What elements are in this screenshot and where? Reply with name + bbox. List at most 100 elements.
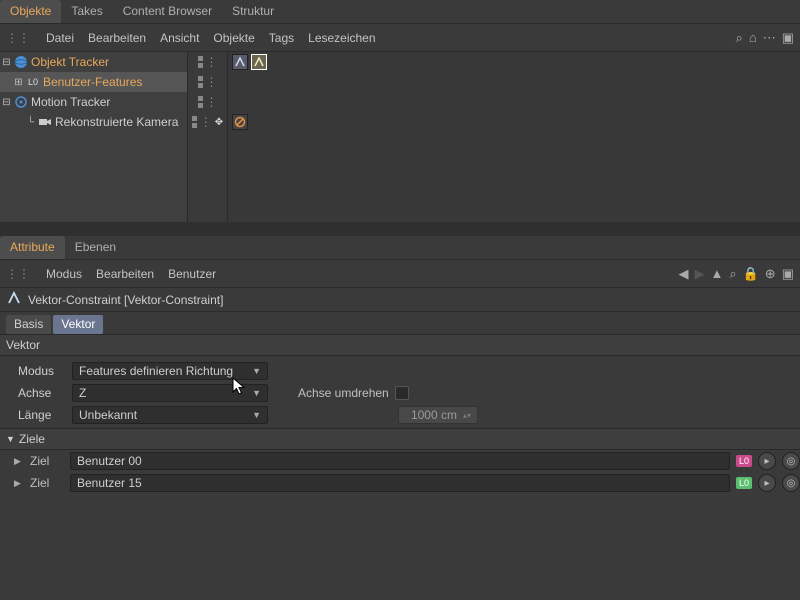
- chevron-down-icon: ▼: [252, 410, 261, 420]
- grip-icon: ⋮⋮: [6, 267, 30, 281]
- camera-icon: [38, 115, 52, 129]
- vector-constraint-icon: [6, 290, 22, 309]
- menu-bearbeiten[interactable]: Bearbeiten: [88, 31, 146, 45]
- tab-takes[interactable]: Takes: [61, 0, 112, 23]
- target-row-0: ▶ Ziel Benutzer 00 L0 ▸ ◎: [0, 450, 800, 472]
- target-icon: ✥: [215, 117, 223, 128]
- tag-row: [228, 112, 800, 132]
- select-modus[interactable]: Features definieren Richtung ▼: [72, 362, 268, 380]
- link-arrow-button[interactable]: ▸: [758, 452, 776, 470]
- tree-row-motion-tracker[interactable]: ⊟ Motion Tracker: [0, 92, 187, 112]
- disable-tag-icon[interactable]: [232, 114, 248, 130]
- tree-label: Objekt Tracker: [31, 55, 109, 69]
- menu-ansicht[interactable]: Ansicht: [160, 31, 199, 45]
- select-laenge[interactable]: Unbekannt ▼: [72, 406, 268, 424]
- null-icon: L0: [26, 75, 40, 89]
- target-row-1: ▶ Ziel Benutzer 15 L0 ▸ ◎: [0, 472, 800, 494]
- input-laenge-value[interactable]: 1000 cm ▴▾: [398, 406, 478, 424]
- tracker-icon: [14, 95, 28, 109]
- menu-lesezeichen[interactable]: Lesezeichen: [308, 31, 375, 45]
- visibility-cell[interactable]: ⋮: [188, 52, 227, 72]
- attribute-menubar: ⋮⋮ Modus Bearbeiten Benutzer ◀ ▶ ▲ ⌕ 🔒 ⊕…: [0, 260, 800, 288]
- menu-benutzer[interactable]: Benutzer: [168, 267, 216, 281]
- select-value: Unbekannt: [79, 408, 137, 422]
- maximize-icon[interactable]: ▣: [782, 266, 794, 282]
- vector-constraint-tag-icon[interactable]: [251, 54, 267, 70]
- lock-icon[interactable]: 🔒: [743, 266, 759, 282]
- select-value: Features definieren Richtung: [79, 364, 233, 378]
- select-achse[interactable]: Z ▼: [72, 384, 268, 402]
- nav-up-icon[interactable]: ▲: [710, 266, 723, 281]
- numeric-value: 1000 cm: [411, 408, 457, 422]
- tab-attribute[interactable]: Attribute: [0, 236, 65, 259]
- search-icon[interactable]: ⌕: [736, 30, 743, 46]
- function-icon[interactable]: ⋯: [763, 30, 776, 46]
- menu-tags[interactable]: Tags: [269, 31, 294, 45]
- select-value: Z: [79, 386, 86, 400]
- search-icon[interactable]: ⌕: [729, 266, 736, 282]
- tab-ebenen[interactable]: Ebenen: [65, 236, 126, 259]
- constraint-tag-icon[interactable]: [232, 54, 248, 70]
- link-value: Benutzer 15: [77, 476, 142, 490]
- label-ziel: Ziel: [30, 476, 64, 490]
- object-manager-body: ⊟ Objekt Tracker ⊞ L0 Benutzer-Features …: [0, 52, 800, 222]
- tree-row-objekt-tracker[interactable]: ⊟ Objekt Tracker: [0, 52, 187, 72]
- object-manager-menubar: ⋮⋮ Datei Bearbeiten Ansicht Objekte Tags…: [0, 24, 800, 52]
- visibility-cell[interactable]: ⋮: [188, 72, 227, 92]
- menu-bearbeiten[interactable]: Bearbeiten: [96, 267, 154, 281]
- visibility-cell[interactable]: ⋮: [188, 92, 227, 112]
- tag-row: [228, 52, 800, 72]
- tab-content-browser[interactable]: Content Browser: [113, 0, 222, 23]
- layer-badge: L0: [736, 477, 752, 489]
- visibility-cell[interactable]: ⋮✥: [188, 112, 227, 132]
- new-icon[interactable]: ⊕: [765, 266, 776, 282]
- tab-objekte[interactable]: Objekte: [0, 0, 61, 23]
- triangle-right-icon[interactable]: ▶: [14, 478, 24, 489]
- maximize-icon[interactable]: ▣: [782, 30, 794, 46]
- nav-back-icon[interactable]: ◀: [678, 266, 688, 282]
- vektor-form: Modus Features definieren Richtung ▼ Ach…: [0, 356, 800, 428]
- object-manager-tabs: Objekte Takes Content Browser Struktur: [0, 0, 800, 24]
- expand-toggle-icon[interactable]: ⊞: [14, 77, 23, 88]
- link-field-ziel-0[interactable]: Benutzer 00: [70, 452, 730, 470]
- object-tree: ⊟ Objekt Tracker ⊞ L0 Benutzer-Features …: [0, 52, 188, 222]
- tree-leaf-icon: └: [26, 117, 35, 128]
- element-title: Vektor-Constraint [Vektor-Constraint]: [28, 293, 223, 307]
- label-ziel: Ziel: [30, 454, 64, 468]
- section-header-ziele[interactable]: ▼ Ziele: [0, 428, 800, 450]
- label-achse: Achse: [18, 386, 66, 400]
- layer-badge: L0: [736, 455, 752, 467]
- tree-row-benutzer-features[interactable]: ⊞ L0 Benutzer-Features: [0, 72, 187, 92]
- sphere-icon: [14, 55, 28, 69]
- home-icon[interactable]: ⌂: [749, 30, 757, 45]
- visibility-column: ⋮ ⋮ ⋮ ⋮✥: [188, 52, 228, 222]
- attribute-manager-tabs: Attribute Ebenen: [0, 236, 800, 260]
- subtab-vektor[interactable]: Vektor: [53, 315, 103, 334]
- menu-datei[interactable]: Datei: [46, 31, 74, 45]
- link-field-ziel-1[interactable]: Benutzer 15: [70, 474, 730, 492]
- tab-struktur[interactable]: Struktur: [222, 0, 284, 23]
- triangle-down-icon: ▼: [6, 434, 15, 444]
- expand-toggle-icon[interactable]: ⊟: [2, 57, 11, 68]
- subtab-basis[interactable]: Basis: [6, 315, 51, 334]
- pick-target-button[interactable]: ◎: [782, 474, 800, 492]
- tree-label: Rekonstruierte Kamera: [55, 115, 178, 129]
- label-achse-umdrehen: Achse umdrehen: [298, 386, 389, 400]
- menu-objekte[interactable]: Objekte: [213, 31, 254, 45]
- tree-row-rekon-kamera[interactable]: └ Rekonstruierte Kamera: [0, 112, 187, 132]
- chevron-down-icon: ▼: [252, 388, 261, 398]
- link-arrow-button[interactable]: ▸: [758, 474, 776, 492]
- grip-icon: ⋮⋮: [6, 31, 30, 45]
- spinner-icon[interactable]: ▴▾: [463, 411, 471, 420]
- panel-divider[interactable]: [0, 222, 800, 236]
- tree-label: Benutzer-Features: [43, 75, 142, 89]
- pick-target-button[interactable]: ◎: [782, 452, 800, 470]
- triangle-right-icon[interactable]: ▶: [14, 456, 24, 467]
- nav-fwd-icon[interactable]: ▶: [694, 266, 704, 282]
- expand-toggle-icon[interactable]: ⊟: [2, 97, 11, 108]
- label-laenge: Länge: [18, 408, 66, 422]
- section-title: Ziele: [19, 432, 45, 446]
- checkbox-achse-umdrehen[interactable]: [395, 386, 409, 400]
- link-value: Benutzer 00: [77, 454, 142, 468]
- menu-modus[interactable]: Modus: [46, 267, 82, 281]
